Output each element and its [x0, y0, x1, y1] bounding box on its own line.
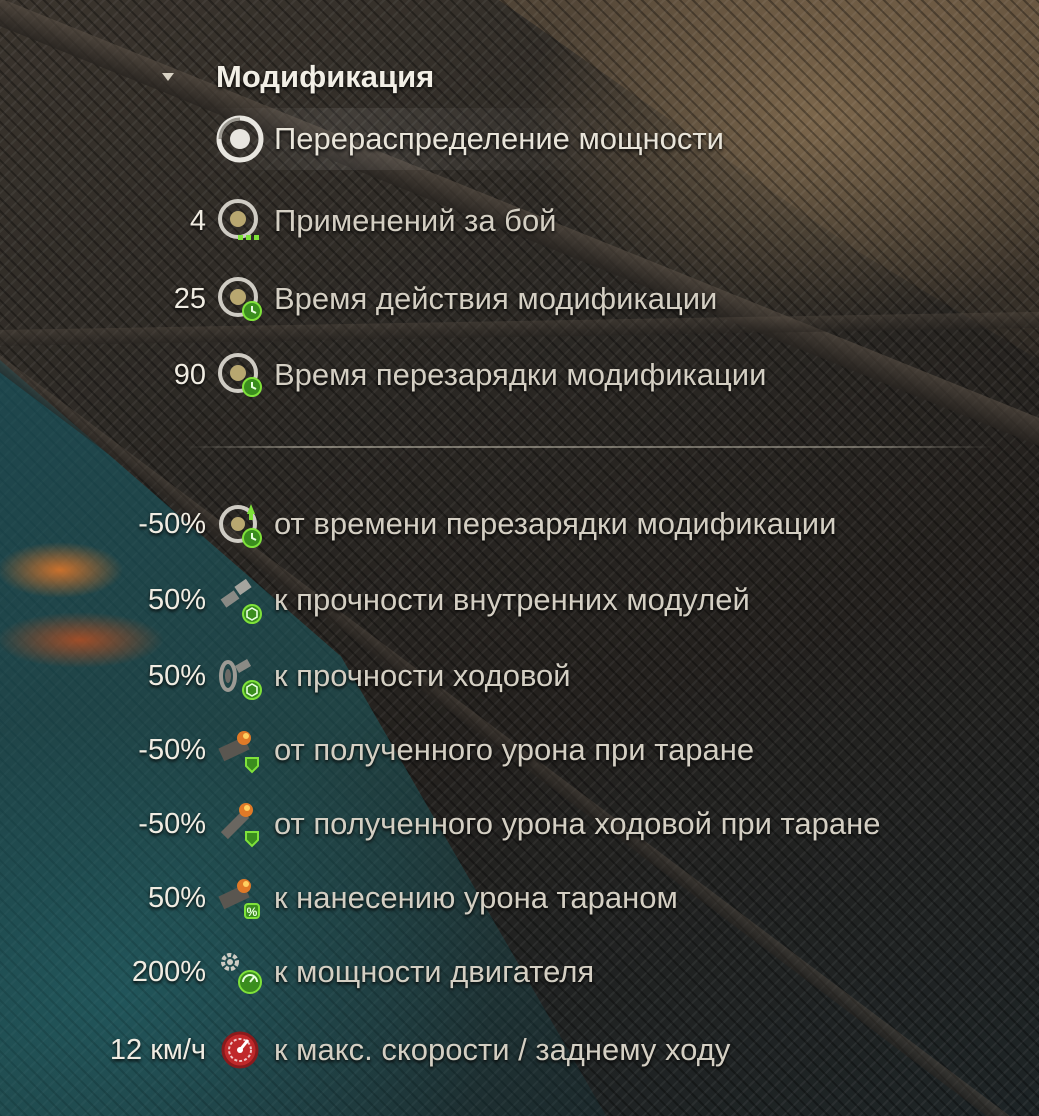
- section-header[interactable]: Модификация: [150, 52, 434, 102]
- effect-row: 50% к прочности внутренних модулей: [0, 569, 750, 631]
- effect-value: 12 км/ч: [109, 1033, 206, 1066]
- effect-value: -50%: [138, 507, 206, 540]
- stat-row-duration: 25 Время действия модификации: [0, 268, 717, 330]
- effect-value: -50%: [138, 807, 206, 840]
- effect-label: к макс. скорости / заднему ходу: [274, 1032, 731, 1067]
- modification-row: Перераспределение мощности: [0, 108, 724, 170]
- cooldown-timer-icon: [206, 344, 274, 406]
- effect-label: к прочности ходовой: [274, 658, 571, 693]
- stat-label: Время перезарядки модификации: [274, 357, 767, 392]
- effect-label: от полученного урона при таране: [274, 732, 755, 767]
- effect-label: от полученного урона ходовой при таране: [274, 806, 881, 841]
- effect-label: к прочности внутренних модулей: [274, 582, 750, 617]
- svg-text:%: %: [247, 905, 258, 919]
- modification-tooltip: Модификация Перераспределение мощности 4: [0, 0, 1039, 1116]
- effect-row: 200% к мощности двигателя: [0, 941, 594, 1003]
- suspension-ram-damage-icon: [206, 793, 274, 855]
- effect-row: 12 км/ч к макс. скорости / заднему ходу: [0, 1019, 730, 1081]
- engine-power-icon: [206, 941, 274, 1003]
- section-divider: [185, 446, 995, 448]
- section-title: Модификация: [216, 59, 435, 94]
- chevron-down-icon[interactable]: [162, 73, 174, 81]
- uses-per-battle-icon: [206, 190, 274, 252]
- effect-value: -50%: [138, 733, 206, 766]
- max-speed-icon: [206, 1019, 274, 1081]
- effect-row: 50% % к нанесению урона тараном: [0, 867, 678, 929]
- effect-label: от времени перезарядки модификации: [274, 506, 837, 541]
- suspension-durability-icon: [206, 645, 274, 707]
- stat-value: 25: [173, 282, 206, 315]
- effect-value: 50%: [147, 659, 206, 692]
- stat-row-cooldown: 90 Время перезарядки модификации: [0, 344, 766, 406]
- duration-timer-icon: [206, 268, 274, 330]
- stat-label: Применений за бой: [274, 203, 557, 238]
- effect-row: 50% к прочности ходовой: [0, 645, 571, 707]
- stat-row-uses: 4 Применений за бой: [0, 190, 557, 252]
- effect-row: -50% от полученного урона ходовой при та…: [0, 793, 880, 855]
- effect-label: к мощности двигателя: [274, 954, 595, 989]
- stat-label: Время действия модификации: [274, 281, 718, 316]
- effect-label: к нанесению урона тараном: [274, 880, 678, 915]
- ram-damage-dealt-icon: %: [206, 867, 274, 929]
- cooldown-reduction-icon: [206, 493, 274, 555]
- effect-row: -50% от полученного урона при таране: [0, 719, 754, 781]
- stat-value: 4: [189, 204, 206, 237]
- effect-value: 50%: [147, 881, 206, 914]
- ram-damage-taken-icon: [206, 719, 274, 781]
- module-durability-icon: [206, 569, 274, 631]
- modification-name: Перераспределение мощности: [274, 121, 724, 156]
- power-redistribution-icon: [206, 108, 274, 170]
- effect-value: 200%: [131, 955, 206, 988]
- effect-row: -50% от времени перезарядки модификации: [0, 493, 836, 555]
- effect-value: 50%: [147, 583, 206, 616]
- stat-value: 90: [173, 358, 206, 391]
